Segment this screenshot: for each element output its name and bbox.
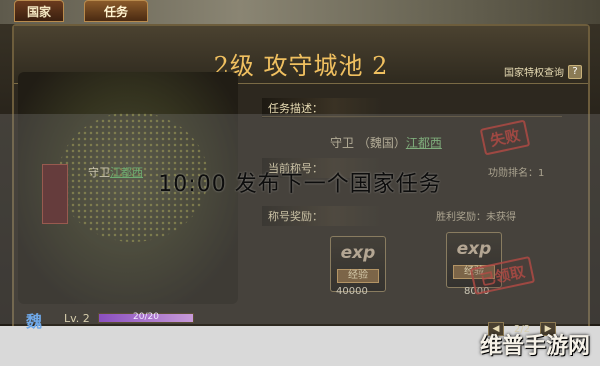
- announcement-text: 10:00 发布下一个国家任务: [158, 172, 442, 197]
- top-tab-bar: 国家 任务: [0, 0, 600, 24]
- privilege-query[interactable]: 国家特权查询 ?: [504, 64, 582, 79]
- privilege-label: 国家特权查询: [504, 68, 564, 79]
- tab-tasks[interactable]: 任务: [84, 0, 148, 22]
- xp-bar: 20/20: [98, 312, 194, 323]
- tab-country[interactable]: 国家: [14, 0, 64, 22]
- watermark-text: 维普手游网: [479, 334, 590, 359]
- game-screen: 国家 任务 2级 攻守城池 2 国家特权查询 ? 守卫江都西 任务描述： 守卫 …: [0, 0, 600, 366]
- kingdom-name: 魏: [26, 312, 43, 331]
- player-level: Lv. 2: [64, 312, 90, 325]
- announcement-overlay: [0, 114, 600, 324]
- help-icon[interactable]: ?: [568, 64, 582, 79]
- xp-text: 20/20: [133, 312, 159, 322]
